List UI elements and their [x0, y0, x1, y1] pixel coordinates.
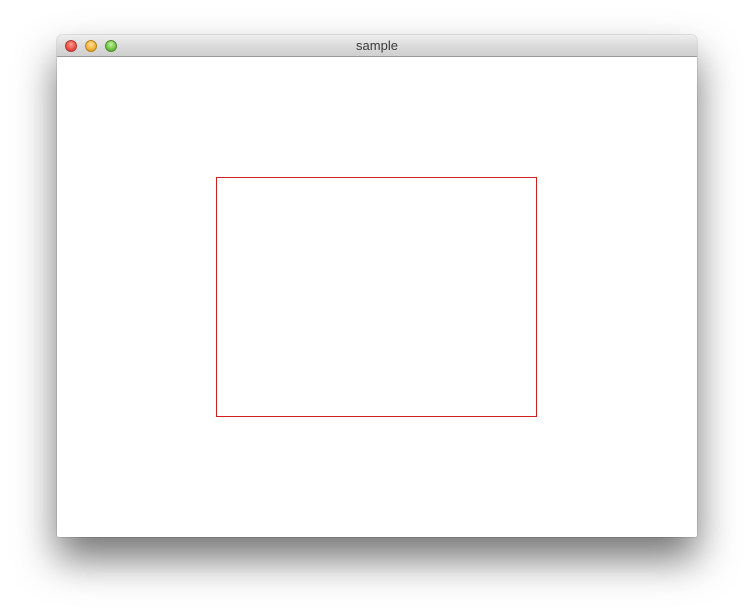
canvas-area	[57, 57, 697, 537]
red-rectangle	[216, 177, 537, 417]
title-bar[interactable]: sample	[57, 35, 697, 57]
app-window: sample	[57, 35, 697, 537]
window-title: sample	[356, 38, 398, 53]
